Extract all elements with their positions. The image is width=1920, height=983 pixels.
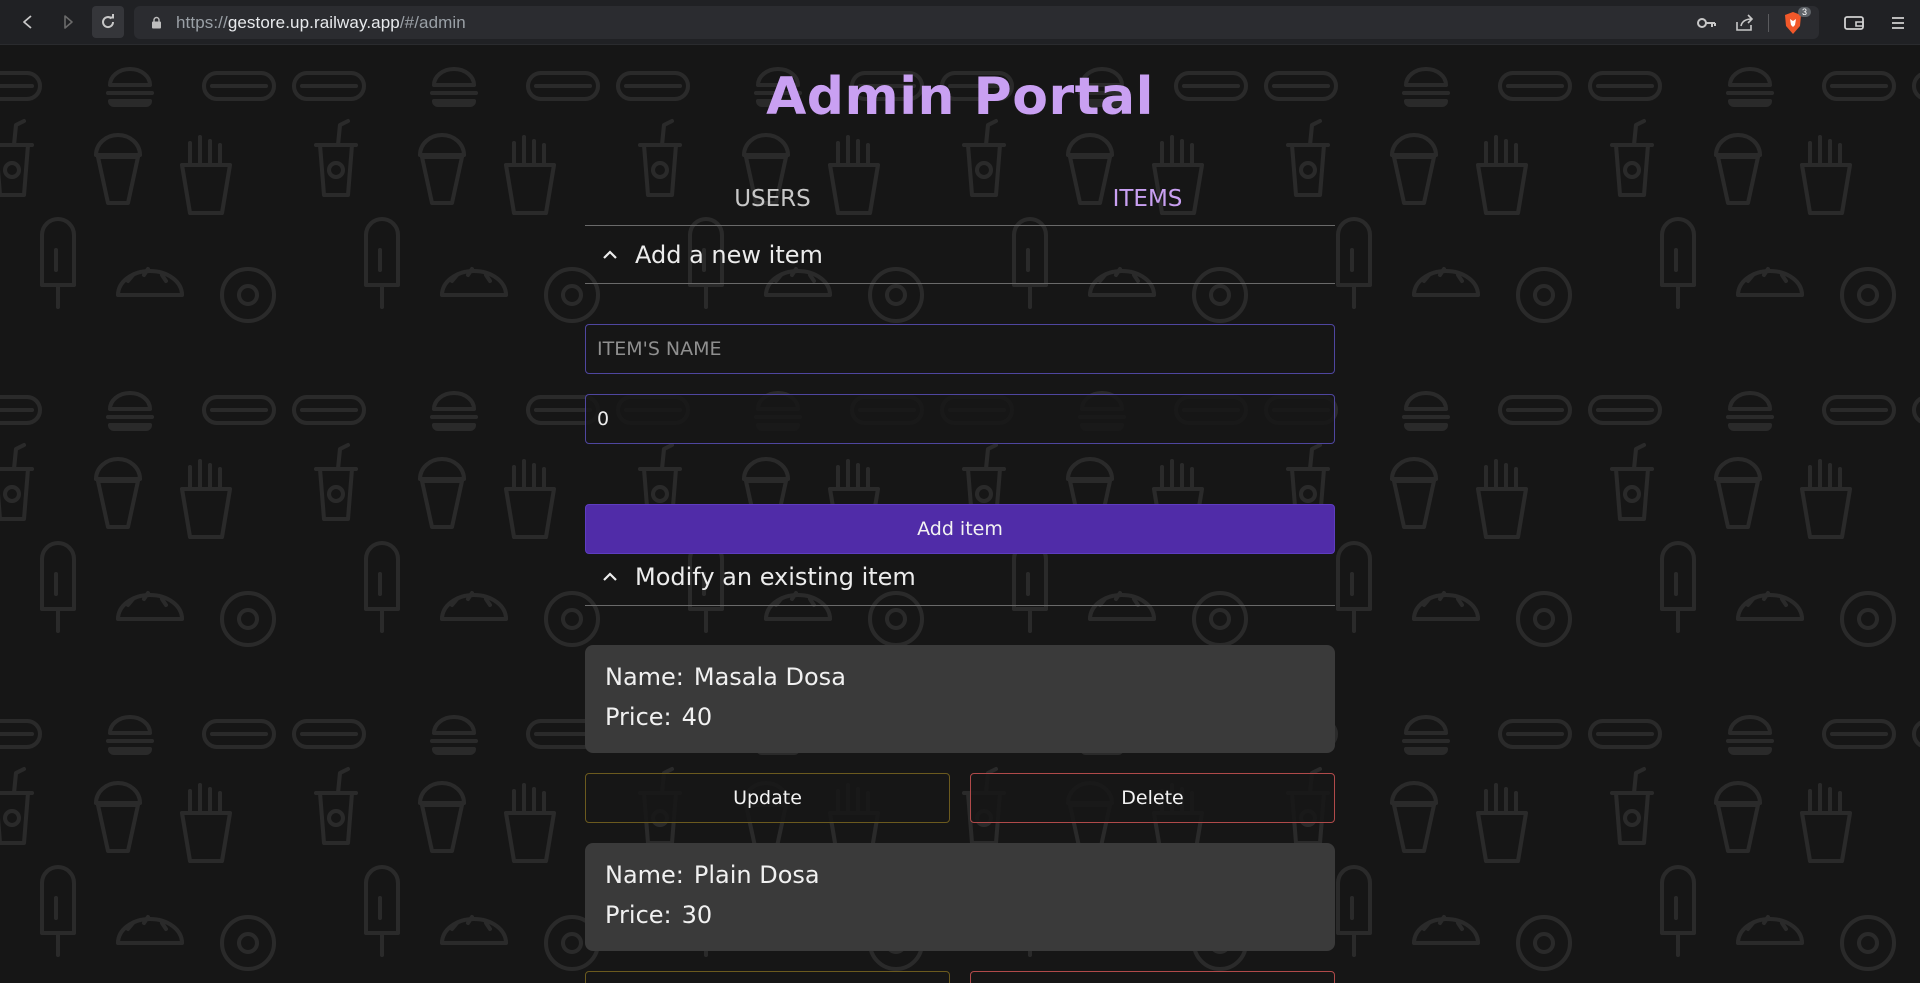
brave-shield-icon[interactable]: 3 [1781, 6, 1811, 35]
price-label: Price: [605, 901, 672, 929]
section-title: Add a new item [635, 240, 823, 269]
price-label: Price: [605, 703, 672, 731]
name-label: Name: [605, 663, 684, 691]
item-card: Name: Masala Dosa Price: 40 [585, 645, 1335, 753]
browser-toolbar: https://gestore.up.railway.app/#/admin 3 [0, 0, 1920, 45]
forward-icon[interactable] [52, 6, 84, 38]
item-name: Masala Dosa [693, 663, 846, 691]
url-text: https://gestore.up.railway.app/#/admin [176, 12, 466, 32]
menu-icon[interactable] [1876, 6, 1920, 39]
item-name: Plain Dosa [693, 861, 820, 889]
reload-icon[interactable] [92, 6, 124, 38]
tab-users[interactable]: USERS [585, 175, 960, 225]
section-title: Modify an existing item [635, 562, 916, 591]
key-icon[interactable] [1688, 6, 1726, 39]
item-actions [585, 971, 1335, 983]
tab-bar: USERS ITEMS [585, 175, 1335, 226]
item-price: 40 [681, 703, 713, 731]
share-icon[interactable] [1726, 6, 1764, 39]
item-actions: Update Delete [585, 773, 1335, 823]
chevron-up-icon [585, 571, 635, 582]
item-price: 30 [681, 901, 713, 929]
delete-button[interactable]: Delete [970, 773, 1335, 823]
shield-count-badge: 3 [1797, 6, 1811, 17]
item-price-input[interactable]: 0 [585, 394, 1335, 444]
name-label: Name: [605, 861, 684, 889]
lock-icon [150, 16, 162, 30]
update-button[interactable] [585, 971, 950, 983]
item-card: Name: Plain Dosa Price: 30 [585, 843, 1335, 951]
add-item-button[interactable]: Add item [585, 504, 1335, 554]
update-button[interactable]: Update [585, 773, 950, 823]
divider [1768, 13, 1769, 32]
add-item-section-header[interactable]: Add a new item [585, 226, 1335, 284]
address-bar[interactable]: https://gestore.up.railway.app/#/admin 3 [134, 6, 1819, 39]
page: Admin Portal USERS ITEMS Add a new item … [0, 45, 1920, 983]
chevron-up-icon [585, 249, 635, 260]
page-title: Admin Portal [766, 67, 1154, 127]
back-icon[interactable] [12, 6, 44, 38]
modify-item-section-header[interactable]: Modify an existing item [585, 548, 1335, 606]
item-name-input[interactable]: ITEM'S NAME [585, 324, 1335, 374]
tab-items[interactable]: ITEMS [960, 175, 1335, 225]
wallet-icon[interactable] [1832, 6, 1876, 39]
delete-button[interactable] [970, 971, 1335, 983]
